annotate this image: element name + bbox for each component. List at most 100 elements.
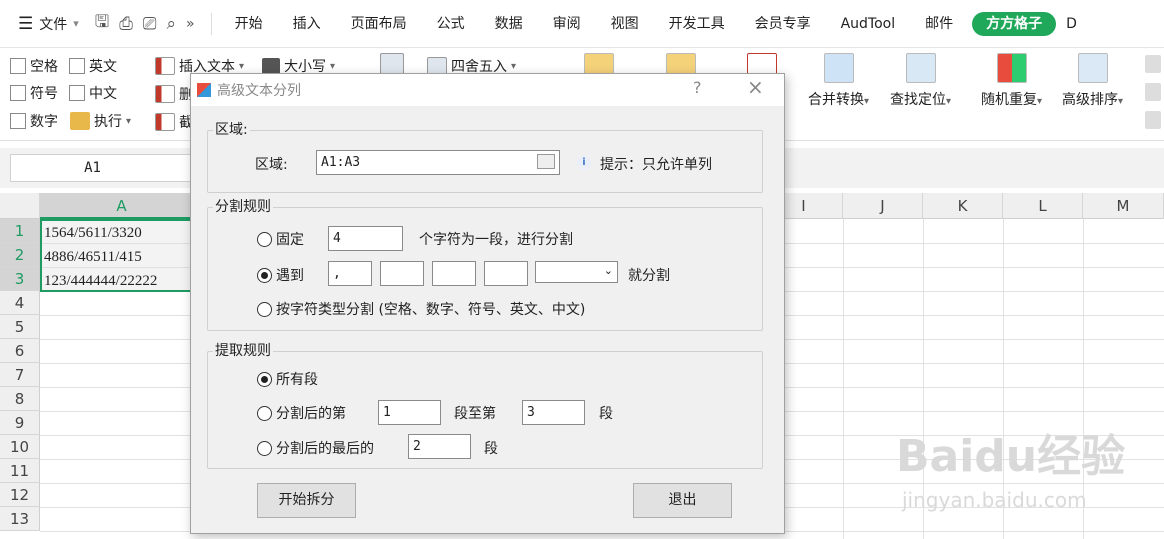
cut-text-button[interactable]: 截 xyxy=(155,112,193,132)
tab-view[interactable]: 视图 xyxy=(596,0,654,48)
start-split-button[interactable]: 开始拆分 xyxy=(257,483,356,518)
column-header-a[interactable]: A xyxy=(40,193,204,219)
side-icon-2[interactable] xyxy=(1145,83,1161,101)
column-header-l[interactable]: L xyxy=(1003,193,1083,219)
name-box[interactable]: A1 xyxy=(10,154,195,182)
advanced-text-split-dialog: 高级文本分列 ? × 区域: 区域: A1:A3 i 提示：只允许单列 分割规则… xyxy=(190,73,785,534)
chevron-down-icon: ▾ xyxy=(1118,96,1124,107)
area-input[interactable]: A1:A3 xyxy=(316,150,560,175)
radio-delimiter-label: 遇到 xyxy=(276,268,304,284)
tab-audtool[interactable]: AudTool xyxy=(826,0,911,48)
checkbox-number[interactable]: 数字 xyxy=(10,111,58,131)
delete-text-button[interactable]: 删 xyxy=(155,84,193,104)
radio-range-label: 分割后的第 xyxy=(276,406,346,422)
radio-all-segments[interactable]: 所有段 xyxy=(257,369,318,389)
close-icon[interactable]: × xyxy=(747,75,764,99)
print-preview-icon[interactable]: ⌕ xyxy=(166,14,176,34)
row-header[interactable]: 9 xyxy=(0,411,40,435)
row-header[interactable]: 2 xyxy=(0,243,40,267)
side-icon-1[interactable] xyxy=(1145,55,1161,73)
tab-formula[interactable]: 公式 xyxy=(422,0,480,48)
checkbox-box xyxy=(10,85,26,101)
exit-button[interactable]: 退出 xyxy=(633,483,732,518)
file-menu[interactable]: ☰ 文件 ▾ xyxy=(0,0,87,47)
delimiter-input-4[interactable] xyxy=(484,261,528,286)
file-menu-label: 文件 xyxy=(39,16,68,33)
tab-fangfang[interactable]: 方方格子 xyxy=(972,11,1057,36)
export-icon[interactable]: ⎙ xyxy=(119,14,133,34)
dialog-titlebar: 高级文本分列 ? × xyxy=(191,74,784,106)
tab-page-layout[interactable]: 页面布局 xyxy=(336,0,422,48)
radio-circle xyxy=(257,405,272,421)
chevron-down-icon: ▾ xyxy=(73,17,79,30)
tab-more[interactable]: D xyxy=(1060,0,1083,48)
watermark-logo: Baidu经验 xyxy=(896,431,1126,482)
delimiter-input-3[interactable] xyxy=(432,261,476,286)
fixed-length-input[interactable]: 4 xyxy=(328,226,403,251)
tab-data[interactable]: 数据 xyxy=(480,0,538,48)
checkbox-space[interactable]: 空格 xyxy=(10,56,58,76)
delimiter-input-1[interactable]: , xyxy=(328,261,372,286)
cell-a1[interactable]: 1564/5611/3320 xyxy=(42,221,192,245)
column-header-m[interactable]: M xyxy=(1083,193,1164,219)
range-picker-icon[interactable] xyxy=(537,154,555,169)
checkbox-english[interactable]: 英文 xyxy=(69,56,117,76)
chevron-down-icon: ▾ xyxy=(946,96,952,107)
radio-fixed[interactable]: 固定 xyxy=(257,229,304,249)
advanced-sort-button[interactable]: 高级排序▾ xyxy=(1062,53,1123,109)
last-segment-input[interactable]: 2 xyxy=(408,434,471,459)
hint-text: 提示：只允许单列 xyxy=(600,157,712,173)
watermark-url: jingyan.baidu.com xyxy=(902,488,1087,512)
tab-member[interactable]: 会员专享 xyxy=(740,0,826,48)
merge-convert-button[interactable]: 合并转换▾ xyxy=(808,53,869,109)
extract-rule-label: 提取规则 xyxy=(213,340,273,360)
tab-developer[interactable]: 开发工具 xyxy=(654,0,740,48)
corner-cell[interactable] xyxy=(0,193,40,219)
tab-review[interactable]: 审阅 xyxy=(538,0,596,48)
row-header[interactable]: 1 xyxy=(0,219,40,243)
row-header[interactable]: 7 xyxy=(0,363,40,387)
row-header[interactable]: 5 xyxy=(0,315,40,339)
tab-mail[interactable]: 邮件 xyxy=(910,0,968,48)
help-icon[interactable]: ? xyxy=(693,78,702,97)
cell-a3[interactable]: 123/444444/22222 xyxy=(42,269,192,293)
save-icon[interactable]: 🖫 xyxy=(95,9,109,38)
radio-delimiter[interactable]: 遇到 xyxy=(257,265,304,285)
radio-last-segments[interactable]: 分割后的最后的 xyxy=(257,438,374,458)
random-repeat-label: 随机重复 xyxy=(981,92,1037,108)
merge-icon xyxy=(823,53,854,83)
area-label: 区域: xyxy=(255,157,288,173)
cell-a2[interactable]: 4886/46511/415 xyxy=(42,245,192,269)
column-header-j[interactable]: J xyxy=(843,193,923,219)
random-repeat-button[interactable]: 随机重复▾ xyxy=(981,53,1042,109)
delimiter-input-2[interactable] xyxy=(380,261,424,286)
execute-button[interactable]: 执行 ▾ xyxy=(70,111,131,131)
checkbox-chinese[interactable]: 中文 xyxy=(69,83,117,103)
radio-range-segments[interactable]: 分割后的第 xyxy=(257,403,346,423)
row-header[interactable]: 6 xyxy=(0,339,40,363)
find-locate-button[interactable]: 查找定位▾ xyxy=(890,53,951,109)
row-header[interactable]: 10 xyxy=(0,435,40,459)
side-icon-3[interactable] xyxy=(1145,111,1161,129)
row-header[interactable]: 3 xyxy=(0,267,40,291)
merge-convert-label: 合并转换 xyxy=(808,92,864,108)
to-segment-input[interactable]: 3 xyxy=(522,400,585,425)
row-header[interactable]: 12 xyxy=(0,483,40,507)
more-icon[interactable]: » xyxy=(186,16,195,32)
radio-circle xyxy=(257,267,272,283)
tab-insert[interactable]: 插入 xyxy=(278,0,336,48)
column-header-k[interactable]: K xyxy=(923,193,1003,219)
radio-char-type[interactable]: 按字符类型分割 (空格、数字、符号、英文、中文) xyxy=(257,299,585,319)
print-icon[interactable]: ⎚ xyxy=(143,14,157,34)
row-header[interactable]: 11 xyxy=(0,459,40,483)
app-icon xyxy=(197,83,211,97)
tab-start[interactable]: 开始 xyxy=(220,0,278,48)
dialog-title: 高级文本分列 xyxy=(217,83,301,99)
from-segment-input[interactable]: 1 xyxy=(378,400,441,425)
row-header[interactable]: 13 xyxy=(0,507,40,531)
delimiter-suffix: 就分割 xyxy=(628,268,670,284)
row-header[interactable]: 4 xyxy=(0,291,40,315)
row-header[interactable]: 8 xyxy=(0,387,40,411)
delimiter-select[interactable]: ⌄ xyxy=(535,261,618,283)
checkbox-symbol[interactable]: 符号 xyxy=(10,83,58,103)
